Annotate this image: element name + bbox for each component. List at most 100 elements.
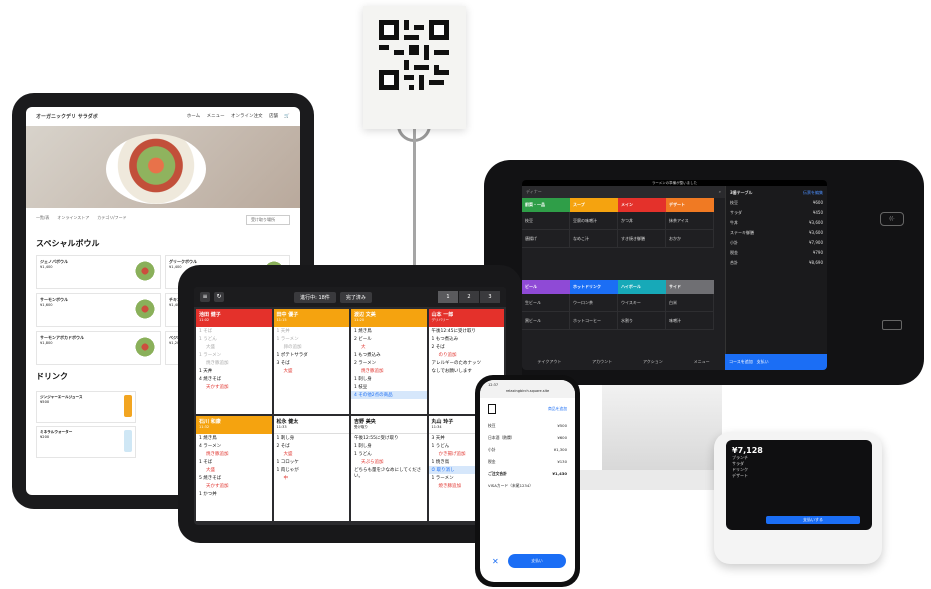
nav-order[interactable]: オンライン注文 [231, 114, 263, 119]
page-3[interactable]: 3 [480, 291, 500, 303]
category-tab[interactable]: ビール [522, 280, 570, 294]
order-row: ご注文合計 ¥1,430 [480, 468, 575, 480]
order-ticket[interactable]: 池田 健子 11:02 1 そば 1 うどん 大盛 1 ラーメン 焼き豚追加 1 天丼 4 焼き… [196, 309, 272, 414]
page-2[interactable]: 2 [459, 291, 479, 303]
menu-item[interactable]: 黒ビール [522, 312, 570, 330]
filter-3[interactable]: カテゴリ/フード [97, 215, 126, 225]
nav-store[interactable]: 店舗 [269, 114, 278, 119]
footer-action[interactable]: アクション [643, 359, 663, 370]
ticket-meta: 受け取り [354, 425, 368, 429]
category-tab[interactable]: サイド [666, 280, 714, 294]
menu-item[interactable]: 水割り [618, 312, 666, 330]
page-1[interactable]: 1 [438, 291, 458, 303]
drink-card[interactable]: ミネラルウォーター ¥200 [36, 426, 136, 458]
menu-item[interactable]: 味噌汁 [666, 312, 714, 330]
refresh-icon[interactable]: ↻ [214, 292, 224, 302]
salad-bowl-image [106, 134, 206, 204]
line-item: 午後12:55に受け取り [354, 436, 399, 441]
footer-takeout[interactable]: テイクアウト [537, 359, 561, 370]
order-ticket[interactable]: 田中 優子 11:15 1 天丼 1 ラーメン 卵の追加 1 ポテトサラダ 3 そば 大盛 [273, 309, 349, 414]
category-tab[interactable]: スープ [570, 198, 618, 212]
product-card[interactable]: ジェノバボウル ¥1,400 [36, 255, 161, 289]
line-price: ¥8,690 [809, 260, 823, 265]
line-name: 税金 [730, 250, 738, 255]
ticket-line: 枝豆 ¥600 [730, 200, 823, 206]
order-row: 小計 ¥1,300 [480, 444, 575, 456]
line-price: ¥790 [812, 250, 823, 255]
line-item: 4 焼きそば [199, 377, 222, 382]
product-card[interactable]: サーモンボウル ¥1,600 [36, 293, 161, 327]
footer-account[interactable]: アカウント [592, 359, 612, 370]
menu-item[interactable]: なめこ汁 [570, 230, 618, 248]
category-tab[interactable]: デザート [666, 198, 714, 212]
line-item: 1 うどん [354, 452, 372, 457]
store-filters: 一覧/表 オンラインストア カテゴリ/フード 受け取り場所 [26, 208, 300, 232]
kitchen-display-tablet: ≡ ↻ 進行中: 18件 完了済み 1 2 3 池田 健子 11:02 1 そば 1 … [178, 265, 522, 543]
browser-url-bar[interactable]: 12:37 relaxingbirch.square.site [480, 380, 575, 398]
menu-item[interactable]: ウイスキー [618, 294, 666, 312]
order-price: ¥1,430 [552, 471, 567, 476]
menu-item[interactable]: おかか [666, 230, 714, 248]
nav-home[interactable]: ホーム [187, 114, 200, 119]
product-price: ¥1,600 [40, 303, 53, 307]
filter-1[interactable]: 一覧/表 [36, 215, 49, 225]
footer-menu[interactable]: メニュー [694, 359, 710, 370]
reader-line: デザート [732, 473, 748, 478]
add-item-link[interactable]: 商品を追加 [548, 406, 567, 412]
menu-item[interactable]: かつ丼 [618, 212, 666, 230]
menu-item[interactable]: 枝豆 [522, 212, 570, 230]
category-tab[interactable]: ホットドリンク [570, 280, 618, 294]
phone-pay-button[interactable]: 支払い [508, 554, 566, 568]
ticket-meta: 11:33 [276, 425, 287, 429]
drink-price: ¥200 [40, 435, 50, 439]
order-ticket[interactable]: 石川 和康 11:32 1 焼き鳥 4 ラーメン 焼き豚追加 1 そば 大盛 5 焼きそば 天か… [196, 416, 272, 521]
filter-2[interactable]: オンラインストア [57, 215, 89, 225]
cart-icon[interactable]: 🛒 [284, 114, 290, 119]
line-price: ¥7,900 [809, 240, 823, 245]
line-item: 4 ラーメン [199, 444, 222, 449]
close-icon[interactable]: ✕ [492, 557, 499, 566]
ticket-header: 吉野 美央 受け取り [351, 416, 427, 434]
reader-pay-button[interactable]: 支払いする [766, 516, 860, 524]
menu-item[interactable]: ウーロン茶 [570, 294, 618, 312]
line-modifier: 大盛 [283, 452, 293, 457]
line-item: アレルギーのためナッツ [431, 361, 482, 366]
register-search[interactable]: ディナー ⌕ [522, 186, 725, 198]
order-ticket[interactable]: 吉野 美央 受け取り 午後12:55に受け取り 1 刺し身 1 うどん 天ぷら追加 どちらも… [351, 416, 427, 521]
item-row: 生ビール ウーロン茶 ウイスキー 白米 [522, 294, 725, 312]
menu-item[interactable]: 豆腐の味噌汁 [570, 212, 618, 230]
nav-menu[interactable]: メニュー [207, 114, 225, 119]
menu-item[interactable]: すき焼き御膳 [618, 230, 666, 248]
reader-total: ¥7,128 [732, 446, 763, 455]
ticket-header: 松永 健太 11:33 [273, 416, 349, 434]
line-item: 3 そば [276, 361, 290, 366]
menu-item[interactable]: 白米 [666, 294, 714, 312]
drink-card[interactable]: ジンジャーエールジュース ¥500 [36, 391, 136, 423]
menu-item[interactable]: 唐揚げ [522, 230, 570, 248]
order-ticket[interactable]: 松永 健太 11:33 1 刺し身 2 そば 大盛 1 コロッケ 1 肉じゃが中 [273, 416, 349, 521]
category-tab[interactable]: メイン [618, 198, 666, 212]
add-course-button[interactable]: コースを追加 支払い [725, 354, 827, 370]
tab-in-progress[interactable]: 進行中: 18件 [294, 291, 336, 303]
tab-completed[interactable]: 完了済み [339, 291, 372, 303]
line-modifier: 焼き豚追加 [206, 361, 229, 366]
category-tab[interactable]: 前菜・一品 [522, 198, 570, 212]
order-item: 税金 [488, 459, 496, 464]
line-name: 枝豆 [730, 200, 738, 205]
ticket-header: 池田 健子 11:02 [196, 309, 272, 327]
category-tab[interactable]: ハイボール [618, 280, 666, 294]
menu-item[interactable]: 抹茶アイス [666, 212, 714, 230]
product-card[interactable]: サーモンアボカドボウル ¥1,800 [36, 331, 161, 365]
line-name: ステーキ御膳 [730, 230, 754, 235]
payment-method[interactable]: VISAカード（末尾1234） [480, 480, 575, 492]
line-item: 1 肉じゃが [276, 468, 299, 473]
menu-item[interactable]: 生ビール [522, 294, 570, 312]
edit-ticket-link[interactable]: 伝票を編集 [803, 190, 823, 196]
product-price: ¥1,400 [40, 265, 53, 269]
order-ticket[interactable]: 渡辺 文美 11:20 1 焼き鳥 2 ビール大 1 もつ煮込み 2 ラーメン 焼き豚追加 1… [351, 309, 427, 414]
menu-item[interactable]: ホットコーヒー [570, 312, 618, 330]
search-icon[interactable]: ⌕ [719, 189, 721, 194]
line-item: 2 ビール [354, 337, 372, 342]
menu-icon[interactable]: ≡ [200, 292, 210, 302]
pickup-select[interactable]: 受け取り場所 [246, 215, 290, 225]
